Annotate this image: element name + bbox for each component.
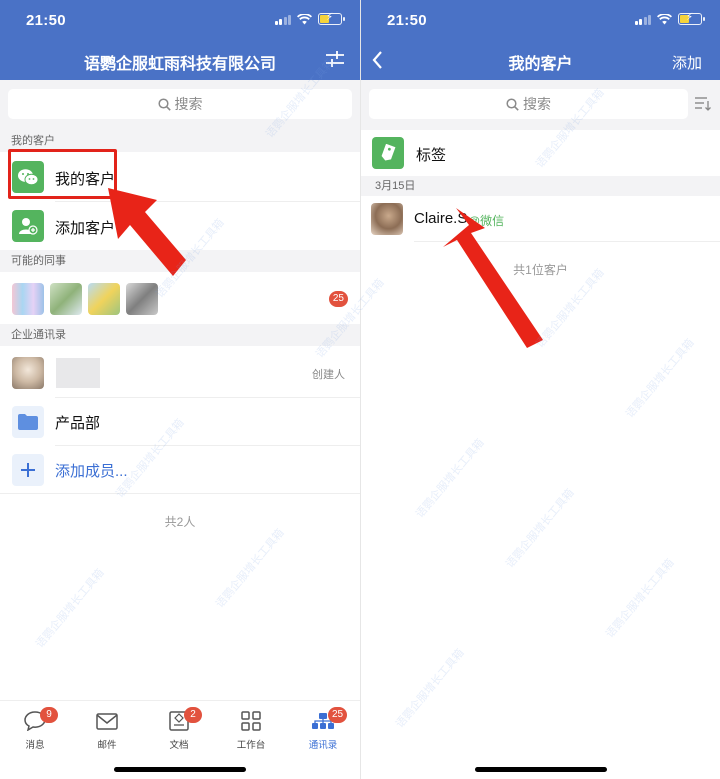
section-colleagues: 可能的同事 <box>0 250 360 272</box>
wechat-icon <box>12 161 44 193</box>
tab-mail[interactable]: 邮件 <box>77 709 137 751</box>
search-input[interactable]: 搜索 <box>8 89 352 119</box>
customer-row[interactable]: Claire.S @微信 <box>361 196 720 242</box>
divider <box>0 493 360 494</box>
add-customer-label: 添加客户 <box>55 220 116 237</box>
avatar <box>50 283 82 315</box>
status-icons: ⚡ <box>274 12 345 25</box>
customer-name: Claire.S <box>414 210 468 227</box>
battery-icon: ⚡ <box>678 12 705 25</box>
avatar <box>12 357 44 389</box>
right-screen: 21:50 ⚡ 我的客户 添加 搜索 标签 3月15日 Claire.S @微信… <box>360 0 720 779</box>
search-input[interactable]: 搜索 <box>369 89 688 119</box>
total-customers: 共1位客户 <box>513 263 568 277</box>
section-my-customers: 我的客户 <box>0 130 360 152</box>
blurred-name <box>56 358 100 388</box>
tab-docs[interactable]: 文档 2 <box>149 707 209 751</box>
customer-source: @微信 <box>468 214 505 228</box>
search-placeholder: 搜索 <box>523 96 551 112</box>
add-customer-item[interactable]: 添加客户 <box>0 202 360 250</box>
avatar <box>371 203 403 235</box>
status-time: 21:50 <box>387 12 427 29</box>
search-placeholder: 搜索 <box>174 96 203 112</box>
header-bar: 21:50 ⚡ 我的客户 添加 <box>361 0 720 80</box>
creator-row[interactable]: 创建人 <box>0 346 360 398</box>
avatar <box>88 283 120 315</box>
tab-messages[interactable]: 消息 9 <box>5 707 65 751</box>
company-title: 语鹦企服虹雨科技有限公司 <box>83 56 276 73</box>
home-indicator <box>474 767 607 772</box>
colleagues-row[interactable]: 25 <box>0 272 360 322</box>
section-directory: 企业通讯录 <box>0 324 360 346</box>
tab-contacts[interactable]: 通讯录 25 <box>293 707 353 751</box>
wifi-icon <box>297 13 312 24</box>
sort-icon[interactable] <box>695 97 711 111</box>
tab-badge: 25 <box>328 707 348 723</box>
search-area: 搜索 <box>361 80 720 130</box>
folder-icon <box>12 406 44 438</box>
add-button[interactable]: 添加 <box>672 52 702 73</box>
mail-icon <box>96 712 118 730</box>
search-area: 搜索 <box>0 80 360 130</box>
add-person-icon <box>12 210 44 242</box>
wifi-icon <box>657 13 672 24</box>
add-member-label: 添加成员... <box>55 463 128 480</box>
divider <box>414 241 720 242</box>
tab-badge: 2 <box>184 707 202 723</box>
colleagues-badge: 25 <box>328 291 348 307</box>
creator-label: 创建人 <box>312 369 345 381</box>
grid-icon <box>241 711 261 731</box>
page-title: 我的客户 <box>508 56 573 73</box>
tab-workbench[interactable]: 工作台 <box>221 709 281 751</box>
signal-icon <box>274 14 291 25</box>
my-customers-item[interactable]: 我的客户 <box>0 152 360 202</box>
search-icon <box>157 97 171 111</box>
avatar <box>126 283 158 315</box>
signal-icon <box>634 14 651 25</box>
tab-label: 邮件 <box>97 740 117 751</box>
battery-icon: ⚡ <box>318 12 345 25</box>
dept-product-item[interactable]: 产品部 <box>0 398 360 446</box>
tab-bar: 消息 9 邮件 文档 2 工作台 通讯录 25 <box>0 700 360 779</box>
status-icons: ⚡ <box>634 12 705 25</box>
tab-label: 文档 <box>169 740 189 751</box>
my-customers-label: 我的客户 <box>55 171 116 188</box>
avatar <box>12 283 44 315</box>
tab-badge: 9 <box>40 707 58 723</box>
tag-label: 标签 <box>416 147 447 164</box>
filter-icon[interactable] <box>326 51 344 67</box>
tag-icon <box>372 137 404 169</box>
header-bar: 21:50 ⚡ 语鹦企服虹雨科技有限公司 <box>0 0 360 80</box>
status-time: 21:50 <box>26 12 66 29</box>
date-header: 3月15日 <box>361 176 720 196</box>
tab-label: 工作台 <box>236 740 266 751</box>
dept-product-label: 产品部 <box>55 415 101 432</box>
tag-item[interactable]: 标签 <box>361 130 720 176</box>
add-member-item[interactable]: 添加成员... <box>0 446 360 494</box>
left-screen: 21:50 ⚡ 语鹦企服虹雨科技有限公司 搜索 我的客户 我的客户 添加客户 可… <box>0 0 360 779</box>
tab-label: 消息 <box>25 740 45 751</box>
total-count: 共2人 <box>164 515 196 529</box>
plus-icon <box>12 454 44 486</box>
home-indicator <box>114 767 246 772</box>
search-icon <box>506 97 519 111</box>
tab-label: 通讯录 <box>308 740 338 751</box>
